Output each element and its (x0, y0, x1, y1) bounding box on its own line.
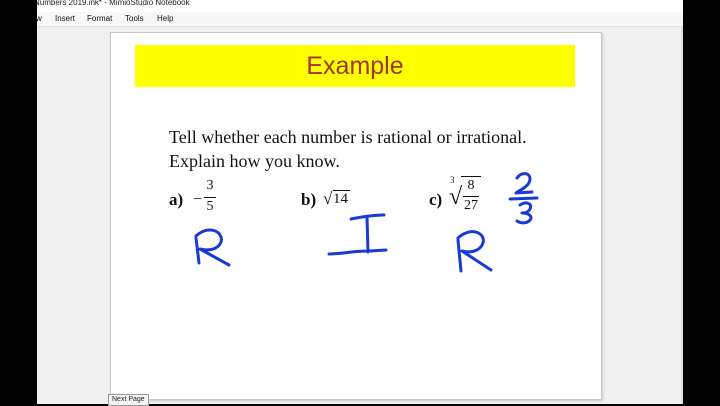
menu-help[interactable]: Help (157, 14, 173, 24)
handwritten-i-b (327, 213, 388, 256)
handwriting-layer (194, 172, 539, 273)
handwritten-fraction-2-3 (508, 172, 539, 225)
notebook-page[interactable]: Example Tell whether each number is rati… (110, 32, 602, 400)
title-bar: Numbers 2019.ink* - MimioStudio Notebook (37, 0, 683, 12)
menu-format[interactable]: Format (87, 14, 112, 24)
screen-border (683, 0, 720, 404)
workspace: Example Tell whether each number is rati… (37, 27, 683, 404)
menu-tools[interactable]: Tools (125, 14, 144, 24)
menu-insert[interactable]: Insert (55, 14, 75, 24)
handwritten-r-c (456, 230, 493, 273)
mimio-notebook-window: Numbers 2019.ink* - MimioStudio Notebook… (37, 0, 683, 404)
next-page-button[interactable]: Next Page (108, 394, 149, 406)
handwritten-r-a (194, 228, 231, 267)
window-title: Numbers 2019.ink* - MimioStudio Notebook (37, 0, 190, 7)
menu-bar: w Insert Format Tools Help (37, 12, 683, 27)
menu-view[interactable]: w (37, 14, 42, 24)
